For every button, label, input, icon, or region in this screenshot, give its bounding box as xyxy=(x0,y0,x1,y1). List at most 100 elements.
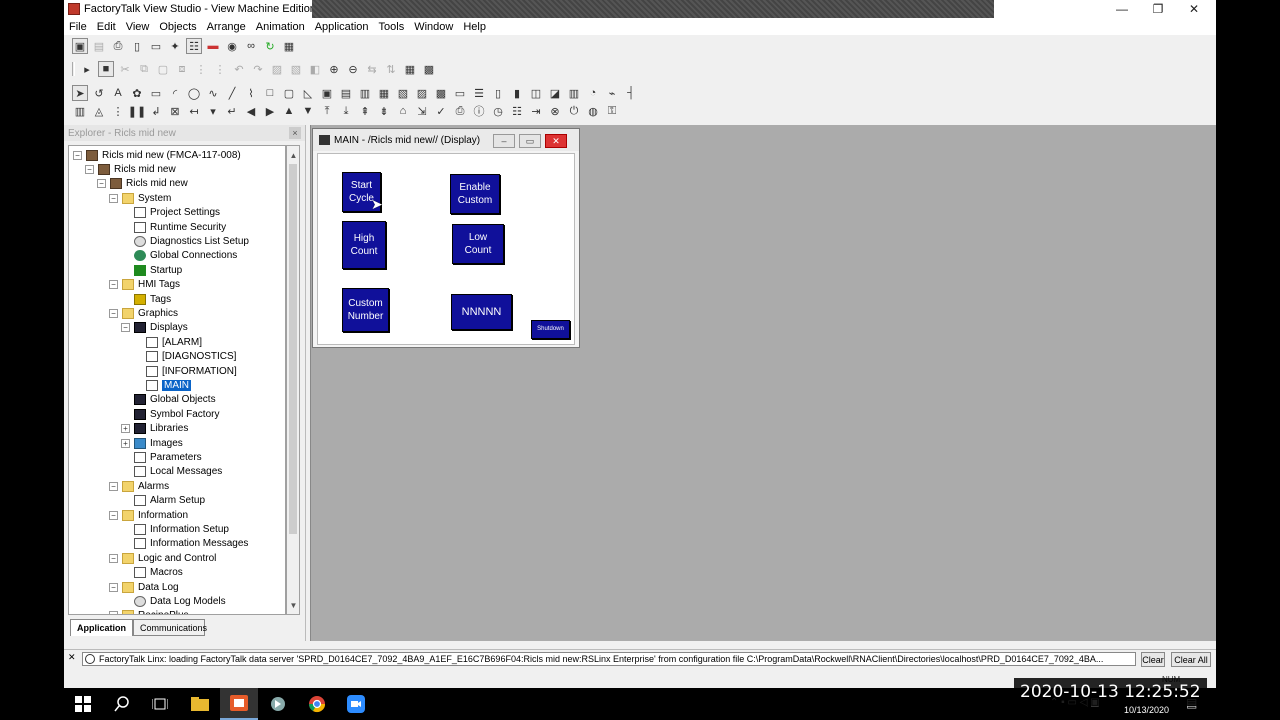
tree-node[interactable]: MAIN xyxy=(133,378,191,392)
collapse-icon[interactable]: − xyxy=(109,308,118,318)
print-icon[interactable]: ⎙ xyxy=(110,38,126,54)
map-icon[interactable]: ⊠ xyxy=(167,103,183,119)
new-file-icon[interactable]: ▯ xyxy=(129,38,145,54)
scroll-down-icon[interactable]: ▼ xyxy=(288,598,299,612)
tab-application[interactable]: Application xyxy=(70,619,133,636)
explorer-close-icon[interactable]: × xyxy=(289,127,301,139)
tree-node[interactable]: Tags xyxy=(121,292,171,306)
pause-icon[interactable]: ❚❚ xyxy=(128,103,146,119)
image-tool-icon[interactable]: ✿ xyxy=(129,85,145,101)
enter-icon[interactable]: ↲ xyxy=(148,103,164,119)
wand-icon[interactable]: ✦ xyxy=(167,38,183,54)
ellipse-icon[interactable]: ◯ xyxy=(186,85,202,101)
maintained-button-icon[interactable]: ▤ xyxy=(338,85,354,101)
redo-icon[interactable]: ↷ xyxy=(250,61,266,77)
collapse-icon[interactable]: − xyxy=(109,280,118,290)
stop-icon[interactable]: ■ xyxy=(98,61,114,77)
page-down-icon[interactable]: ⇟ xyxy=(376,103,392,119)
tree-node[interactable]: Project Settings xyxy=(121,206,220,220)
task-view[interactable] xyxy=(141,688,179,720)
display-minimize-button[interactable]: – xyxy=(493,134,515,148)
menu-animation[interactable]: Animation xyxy=(251,21,310,33)
collapse-icon[interactable]: − xyxy=(109,582,118,592)
rounded-rectangle-icon[interactable]: ▢ xyxy=(281,85,297,101)
tree-node[interactable]: − Ricls mid new xyxy=(85,162,176,176)
flip-vertical-icon[interactable]: ⇅ xyxy=(383,61,399,77)
custom-number-button[interactable]: Custom Number xyxy=(342,288,389,332)
menu-objects[interactable]: Objects xyxy=(154,21,201,33)
clear-all-button[interactable]: Clear All xyxy=(1171,652,1211,667)
snap-icon[interactable]: ▩ xyxy=(421,61,437,77)
display-close-button[interactable]: ✕ xyxy=(545,134,567,148)
new-project-icon[interactable]: ▣ xyxy=(72,38,88,54)
tree-node[interactable]: − Ricls mid new (FMCA-117-008) xyxy=(73,148,241,162)
collapse-icon[interactable]: − xyxy=(109,481,118,491)
tree-node[interactable]: Local Messages xyxy=(121,465,222,479)
top-icon[interactable]: ⤒ xyxy=(319,103,335,119)
paste-icon[interactable]: ▢ xyxy=(155,61,171,77)
flip-horizontal-icon[interactable]: ⇆ xyxy=(364,61,380,77)
globe-icon[interactable]: ◉ xyxy=(224,38,240,54)
taskbar-zoom[interactable] xyxy=(337,688,375,720)
tab-communications[interactable]: Communications xyxy=(133,619,207,636)
project-tree[interactable]: − Ricls mid new (FMCA-117-008) − Ricls mid … xyxy=(68,145,286,615)
ungroup-icon[interactable]: ▧ xyxy=(288,61,304,77)
cut-icon[interactable]: ✂ xyxy=(117,61,133,77)
scroll-thumb[interactable] xyxy=(289,164,297,534)
multistate-indicator-icon[interactable]: ◫ xyxy=(528,85,544,101)
menu-arrange[interactable]: Arrange xyxy=(202,21,251,33)
list-indicator-icon[interactable]: ☰ xyxy=(471,85,487,101)
polyline-icon[interactable]: ⌇ xyxy=(243,85,259,101)
tree-node[interactable]: − Alarms xyxy=(109,479,169,493)
language-icon[interactable]: ◍ xyxy=(585,103,601,119)
tree-node[interactable]: Data Log Models xyxy=(121,594,226,608)
tree-node[interactable]: − Information xyxy=(109,508,188,522)
tree-node[interactable]: Macros xyxy=(121,566,183,580)
tree-node[interactable]: Symbol Factory xyxy=(121,407,219,421)
enable-custom-button[interactable]: Enable Custom xyxy=(450,174,500,214)
ramp-button-icon[interactable]: ▨ xyxy=(414,85,430,101)
arc-icon[interactable]: ◜ xyxy=(167,85,183,101)
collapse-icon[interactable]: − xyxy=(85,164,94,174)
tree-node[interactable]: + Images xyxy=(121,436,183,450)
collapse-icon[interactable]: − xyxy=(121,323,130,333)
page-up-icon[interactable]: ⇞ xyxy=(357,103,373,119)
goto-display-icon[interactable]: ⇥ xyxy=(528,103,544,119)
rotate-icon[interactable]: ↺ xyxy=(91,85,107,101)
collapse-icon[interactable]: − xyxy=(109,553,118,563)
taskbar-rslogix[interactable] xyxy=(259,688,297,720)
tree-scrollbar[interactable]: ▲ ▼ xyxy=(286,145,300,615)
info-icon[interactable]: ⓘ xyxy=(471,103,487,119)
symbol-icon[interactable]: ◪ xyxy=(547,85,563,101)
front-icon[interactable]: ◧ xyxy=(307,61,323,77)
grid-icon[interactable]: ▦ xyxy=(402,61,418,77)
close-display-icon[interactable]: ⊗ xyxy=(547,103,563,119)
tree-node[interactable]: Alarm Setup xyxy=(121,494,205,508)
tree-node[interactable]: − Logic and Control xyxy=(109,551,216,565)
taskbar-file-explorer[interactable] xyxy=(181,688,219,720)
collapse-icon[interactable]: − xyxy=(109,193,118,203)
shutdown-icon[interactable]: ⏻ xyxy=(566,103,582,119)
tree-node[interactable]: Diagnostics List Setup xyxy=(121,234,249,248)
tree-node[interactable]: Global Objects xyxy=(121,393,216,407)
tree-node[interactable]: [INFORMATION] xyxy=(133,364,237,378)
zoom-out-icon[interactable]: ⊖ xyxy=(345,61,361,77)
zoom-in-icon[interactable]: ⊕ xyxy=(326,61,342,77)
collapse-icon[interactable]: − xyxy=(109,611,118,614)
back-icon[interactable]: ↤ xyxy=(186,103,202,119)
menu-application[interactable]: Application xyxy=(310,21,374,33)
gauge-icon[interactable]: ◔ xyxy=(585,85,601,101)
tree-node[interactable]: [ALARM] xyxy=(133,335,202,349)
align-left-icon[interactable]: ⋮ xyxy=(193,61,209,77)
shutdown-button[interactable]: Shutdown xyxy=(531,320,570,339)
open-icon[interactable]: ▭ xyxy=(148,38,164,54)
main-display-window[interactable]: MAIN - /Ricls mid new// (Display) – ▭ ✕ … xyxy=(312,128,580,348)
menu-tools[interactable]: Tools xyxy=(374,21,410,33)
tree-node[interactable]: − RecipePlus xyxy=(109,609,189,614)
delete-icon[interactable]: ▬ xyxy=(205,38,221,54)
tree-node[interactable]: − Data Log xyxy=(109,580,179,594)
tree-node[interactable]: Information Messages xyxy=(121,537,248,551)
login-icon[interactable]: ⚿ xyxy=(604,103,620,119)
tree-node[interactable]: Startup xyxy=(121,263,182,277)
duplicate-icon[interactable]: ⧈ xyxy=(174,61,190,77)
